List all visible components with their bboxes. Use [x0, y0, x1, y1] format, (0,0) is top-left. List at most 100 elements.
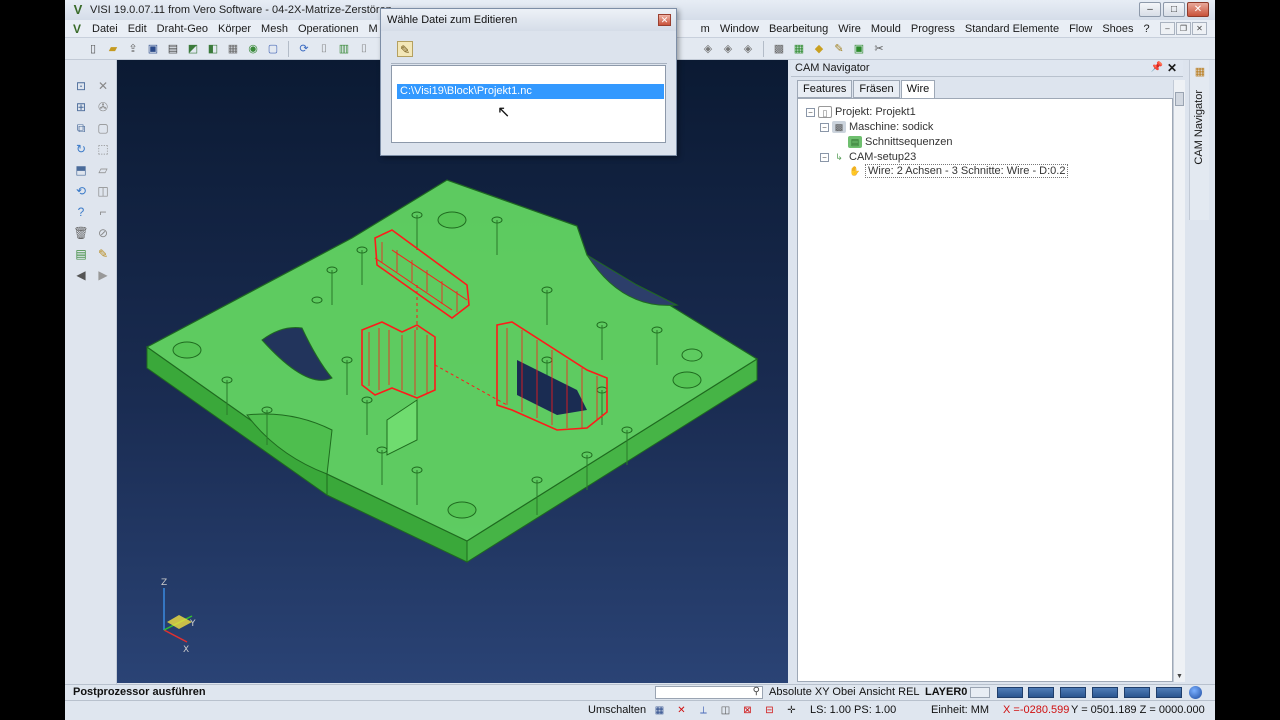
tree-item-projekt[interactable]: − ▯ Projekt: Projekt1 [806, 105, 916, 119]
menu-hidden-partial-right[interactable]: m [701, 23, 715, 35]
menu-edit[interactable]: Edit [123, 23, 152, 35]
select-icon[interactable]: ✕ [95, 78, 111, 94]
globe-icon[interactable] [1189, 686, 1202, 699]
doc-restore-button[interactable]: ❐ [1176, 22, 1191, 35]
menu-flow[interactable]: Flow [1064, 23, 1097, 35]
edit-file-icon[interactable]: ✎ [397, 41, 413, 57]
menu-shoes[interactable]: Shoes [1097, 23, 1138, 35]
menu-progress[interactable]: Progress [906, 23, 960, 35]
pin-icon[interactable]: 📌 [1151, 60, 1163, 76]
view-slot-3[interactable] [1060, 687, 1086, 698]
tab-wire[interactable]: Wire [900, 80, 936, 99]
close-button[interactable]: ✕ [1187, 2, 1209, 17]
zoom-icon[interactable]: ◉ [245, 41, 261, 57]
scale-icon[interactable]: ⬒ [73, 162, 89, 178]
pan-icon[interactable]: ✇ [95, 99, 111, 115]
layers-icon[interactable]: ◧ [205, 41, 221, 57]
scanner-icon[interactable]: ▦ [225, 41, 241, 57]
dialog-close-button[interactable]: ✕ [658, 14, 671, 26]
minimize-button[interactable]: – [1139, 2, 1161, 17]
attributes-icon[interactable]: ▤ [73, 246, 89, 262]
layer-indicator[interactable]: LAYER0 [925, 686, 967, 698]
view-iso-3-icon[interactable]: ◈ [740, 41, 756, 57]
view-slot-2[interactable] [1028, 687, 1054, 698]
distance-icon[interactable]: ⌐ [95, 204, 111, 220]
polar-icon[interactable]: ◫ [719, 704, 732, 717]
collapse-icon[interactable]: − [806, 107, 815, 117]
view-slot-5[interactable] [1124, 687, 1150, 698]
wire-cut-icon[interactable]: ✎ [831, 41, 847, 57]
save-icon[interactable]: ▣ [145, 41, 161, 57]
menu-help[interactable]: ? [1139, 23, 1155, 35]
tools-icon[interactable]: ✂ [871, 41, 887, 57]
menu-datei[interactable]: Datei [87, 23, 123, 35]
menu-window[interactable]: Window [715, 23, 764, 35]
layer-color-box[interactable] [970, 687, 990, 698]
shaded-icon[interactable]: ▥ [336, 41, 352, 57]
plot-icon[interactable]: ◩ [185, 41, 201, 57]
cam-navigator-side-tab[interactable]: ▦ CAM Navigator [1189, 60, 1209, 220]
command-search-input[interactable]: ⚲ [655, 686, 763, 699]
measure-icon[interactable]: ⊞ [73, 99, 89, 115]
doc-minimize-button[interactable]: – [1160, 22, 1175, 35]
menu-koerper[interactable]: Körper [213, 23, 256, 35]
menu-mesh[interactable]: Mesh [256, 23, 293, 35]
menu-draht-geo[interactable]: Draht-Geo [152, 23, 213, 35]
redraw-icon[interactable]: ⟲ [73, 183, 89, 199]
wireframe-icon[interactable]: ⌷ [356, 41, 372, 57]
edit-icon[interactable]: ✎ [95, 246, 111, 262]
new-file-icon[interactable]: ▯ [85, 41, 101, 57]
view-iso-1-icon[interactable]: ◈ [700, 41, 716, 57]
machine-icon[interactable]: ▩ [771, 41, 787, 57]
menu-operationen[interactable]: Operationen [293, 23, 364, 35]
transform-icon[interactable]: ⧉ [73, 120, 89, 136]
window-icon[interactable]: ▢ [265, 41, 281, 57]
stretch-icon[interactable]: ▱ [95, 162, 111, 178]
ortho-icon[interactable]: ⟂ [697, 704, 710, 717]
menu-standard-elemente[interactable]: Standard Elemente [960, 23, 1064, 35]
visi-menu-logo-icon[interactable]: V [73, 22, 87, 36]
menu-wire[interactable]: Wire [833, 23, 866, 35]
scrollbar-thumb[interactable] [1175, 92, 1184, 106]
arrow-left-icon[interactable]: ◀ [73, 267, 89, 283]
refresh-icon[interactable]: ⟳ [296, 41, 312, 57]
tree-item-schnittsequenzen[interactable]: ▤ Schnittsequenzen [848, 135, 952, 149]
doc-close-button[interactable]: ✕ [1192, 22, 1207, 35]
osnap-icon[interactable]: ⊠ [741, 704, 754, 717]
import-icon[interactable]: ⇪ [125, 41, 141, 57]
cylinder-icon[interactable]: ⌷ [316, 41, 332, 57]
view-slot-1[interactable] [997, 687, 1023, 698]
tree-item-maschine[interactable]: − ▩ Maschine: sodick [820, 120, 933, 134]
snap-off-icon[interactable]: ✕ [675, 704, 688, 717]
view-slot-6[interactable] [1156, 687, 1182, 698]
umschalten-button[interactable]: Umschalten [588, 704, 646, 716]
mirror-icon[interactable]: ⬚ [95, 141, 111, 157]
trim-icon[interactable]: ⊘ [95, 225, 111, 241]
cursor-move-icon[interactable]: ✛ [785, 704, 798, 717]
simulate-icon[interactable]: ▣ [851, 41, 867, 57]
scroll-down-icon[interactable]: ▼ [1176, 673, 1183, 680]
menu-mould[interactable]: Mould [866, 23, 906, 35]
view-iso-2-icon[interactable]: ◈ [720, 41, 736, 57]
cam-icon[interactable]: ▦ [791, 41, 807, 57]
copy-icon[interactable]: ▢ [95, 120, 111, 136]
delete-icon[interactable]: 🗑 [73, 225, 89, 241]
box-icon[interactable]: ◫ [95, 183, 111, 199]
close-panel-icon[interactable]: ✕ [1167, 60, 1177, 76]
view-slot-4[interactable] [1092, 687, 1118, 698]
zoom-window-icon[interactable]: ⊡ [73, 78, 89, 94]
tab-fraesen[interactable]: Fräsen [853, 80, 900, 98]
tab-features[interactable]: Features [797, 80, 853, 98]
filter-icon[interactable]: ⊟ [763, 704, 776, 717]
collapse-icon[interactable]: − [820, 122, 829, 132]
grid-icon[interactable]: ▦ [653, 704, 666, 717]
collapse-icon[interactable]: − [820, 152, 829, 162]
open-folder-icon[interactable]: ▰ [105, 41, 121, 57]
tree-item-cam-setup[interactable]: − ↳ CAM-setup23 [820, 150, 916, 164]
wire-path-icon[interactable]: ◆ [811, 41, 827, 57]
print-icon[interactable]: ▤ [165, 41, 181, 57]
query-icon[interactable]: ? [73, 204, 89, 220]
arrow-right-icon[interactable]: ▶ [95, 267, 111, 283]
rotate-icon[interactable]: ↻ [73, 141, 89, 157]
absolute-xy-toggle[interactable]: Absolute XY Obei [769, 686, 856, 698]
